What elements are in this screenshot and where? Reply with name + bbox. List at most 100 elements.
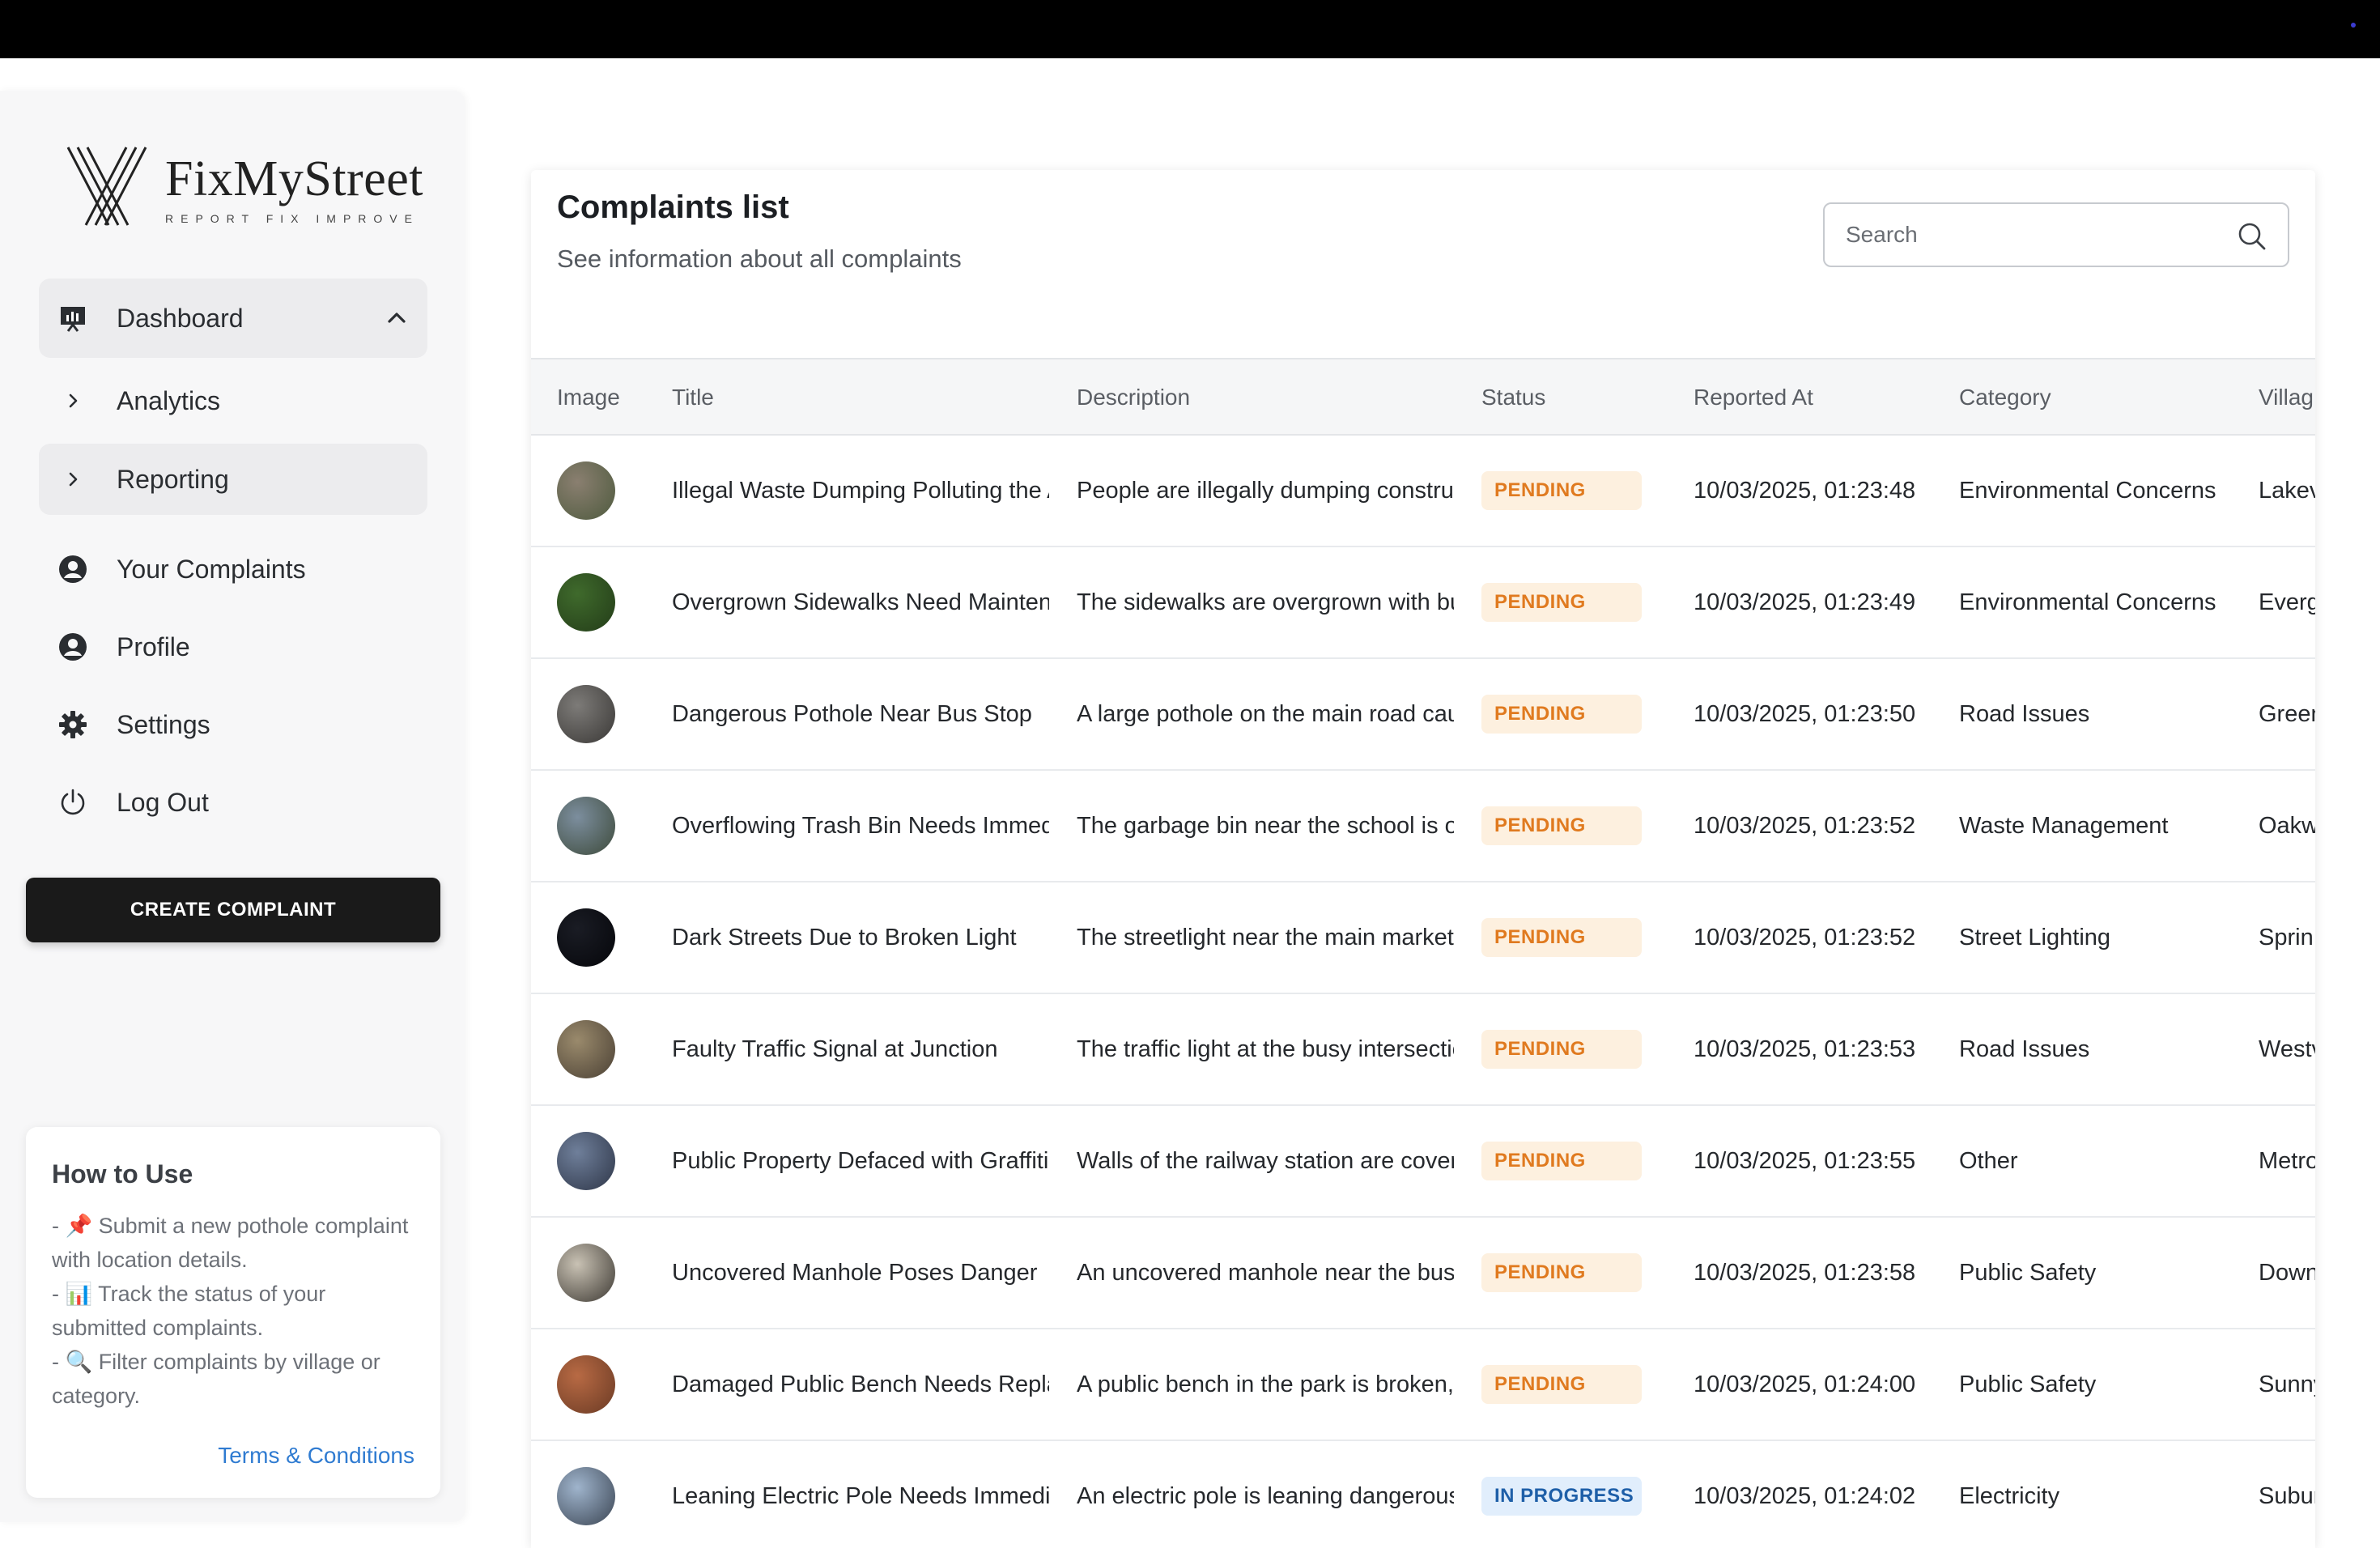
status-badge: PENDING [1481, 918, 1642, 957]
power-icon [57, 786, 89, 819]
complaint-reported-at: 10/03/2025, 01:23:52 [1694, 813, 1916, 839]
search-box[interactable] [1823, 202, 2289, 267]
complaint-thumbnail[interactable] [557, 461, 615, 520]
complaint-thumbnail[interactable] [557, 1467, 615, 1525]
complaint-thumbnail[interactable] [557, 1020, 615, 1078]
complaint-reported-at: 10/03/2025, 01:23:52 [1694, 925, 1916, 950]
search-icon[interactable] [2236, 220, 2268, 253]
brand-tagline: REPORT FIX IMPROVE [165, 212, 419, 225]
sidebar-item-profile[interactable]: Profile [39, 607, 427, 687]
complaint-village: Oakw [2259, 813, 2315, 839]
sidebar-item-log-out[interactable]: Log Out [39, 763, 427, 842]
complaint-thumbnail[interactable] [557, 1244, 615, 1302]
complaint-title: Faulty Traffic Signal at Junction [672, 1036, 998, 1062]
complaint-description: Walls of the railway station are covere [1077, 1148, 1454, 1174]
table-row[interactable]: Faulty Traffic Signal at Junction The tra… [531, 994, 2315, 1106]
user-circle-icon [57, 631, 89, 663]
complaint-thumbnail[interactable] [557, 1355, 615, 1414]
indicator-dot [2351, 23, 2356, 28]
complaint-description: A large pothole on the main road caus [1077, 701, 1454, 727]
table-row[interactable]: Leaning Electric Pole Needs Immedia An el… [531, 1441, 2315, 1548]
complaint-category: Road Issues [1959, 1036, 2090, 1062]
complaint-thumbnail[interactable] [557, 685, 615, 743]
sidebar-item-label: Profile [117, 632, 190, 661]
create-complaint-button[interactable]: CREATE COMPLAINT [26, 878, 440, 942]
column-header-reported-at[interactable]: Reported At [1694, 359, 1813, 436]
sidebar-item-label: Analytics [117, 385, 221, 415]
table-row[interactable]: Damaged Public Bench Needs Replac A publi… [531, 1329, 2315, 1441]
table-row[interactable]: Uncovered Manhole Poses Danger An uncover… [531, 1218, 2315, 1329]
complaint-title: Uncovered Manhole Poses Danger [672, 1260, 1038, 1286]
table-row[interactable]: Dangerous Pothole Near Bus Stop A large p… [531, 659, 2315, 771]
complaint-reported-at: 10/03/2025, 01:23:53 [1694, 1036, 1916, 1062]
complaint-description: An electric pole is leaning dangerously [1077, 1483, 1454, 1509]
sidebar-item-settings[interactable]: Settings [39, 685, 427, 764]
complaint-category: Road Issues [1959, 701, 2090, 727]
complaint-village: Everg [2259, 589, 2315, 615]
complaint-title: Overflowing Trash Bin Needs Immedia [672, 813, 1049, 839]
status-badge: PENDING [1481, 471, 1642, 510]
table-row[interactable]: Overgrown Sidewalks Need Maintena The sid… [531, 547, 2315, 659]
sidebar-item-label: Settings [117, 709, 210, 739]
chevron-up-icon[interactable] [384, 305, 410, 331]
logo-mark-icon [66, 147, 147, 226]
status-badge: PENDING [1481, 1030, 1642, 1069]
how-to-use-card: How to Use - 📌 Submit a new pothole comp… [26, 1127, 440, 1498]
complaint-category: Public Safety [1959, 1260, 2097, 1286]
complaints-panel: Complaints list See information about al… [531, 170, 2315, 1548]
status-badge: PENDING [1481, 806, 1642, 845]
sidebar-item-reporting[interactable]: Reporting [39, 444, 427, 515]
table-row[interactable]: Dark Streets Due to Broken Light The stre… [531, 882, 2315, 994]
complaint-thumbnail[interactable] [557, 573, 615, 632]
complaint-village: Sunny [2259, 1372, 2315, 1397]
table-row[interactable]: Public Property Defaced with Graffiti Wal… [531, 1106, 2315, 1218]
complaint-thumbnail[interactable] [557, 908, 615, 967]
complaint-reported-at: 10/03/2025, 01:24:02 [1694, 1483, 1916, 1509]
complaint-category: Street Lighting [1959, 925, 2111, 950]
column-header-village[interactable]: Villag [2259, 359, 2315, 436]
complaint-description: People are illegally dumping construct [1077, 478, 1454, 504]
table-row[interactable]: Illegal Waste Dumping Polluting the A Peo… [531, 436, 2315, 547]
table-row[interactable]: Overflowing Trash Bin Needs Immedia The g… [531, 771, 2315, 882]
complaint-reported-at: 10/03/2025, 01:23:48 [1694, 478, 1916, 504]
column-header-status[interactable]: Status [1481, 359, 1545, 436]
sidebar-item-label: Your Complaints [117, 554, 306, 584]
user-circle-icon [57, 553, 89, 585]
complaint-description: The streetlight near the main market h [1077, 925, 1454, 950]
complaint-category: Environmental Concerns [1959, 478, 2216, 504]
complaint-description: A public bench in the park is broken, r [1077, 1372, 1454, 1397]
complaint-description: The sidewalks are overgrown with bus [1077, 589, 1454, 615]
complaint-category: Public Safety [1959, 1372, 2097, 1397]
status-badge: PENDING [1481, 1365, 1642, 1404]
status-badge: PENDING [1481, 695, 1642, 734]
complaint-village: Sprin [2259, 925, 2314, 950]
page-subtitle: See information about all complaints [557, 245, 962, 273]
search-input[interactable] [1846, 217, 2226, 253]
sidebar-item-your-complaints[interactable]: Your Complaints [39, 529, 427, 609]
complaints-table-body: Illegal Waste Dumping Polluting the A Peo… [531, 436, 2315, 1548]
complaint-title: Dangerous Pothole Near Bus Stop [672, 701, 1032, 727]
status-badge: PENDING [1481, 1142, 1642, 1180]
complaint-village: Subur [2259, 1483, 2315, 1509]
sidebar-item-dashboard[interactable]: Dashboard [39, 279, 427, 358]
brand-logo[interactable]: FixMyStreet REPORT FIX IMPROVE [65, 144, 423, 233]
column-header-image[interactable]: Image [557, 359, 620, 436]
sidebar-item-analytics[interactable]: Analytics [39, 361, 427, 440]
column-header-category[interactable]: Category [1959, 359, 2051, 436]
complaint-reported-at: 10/03/2025, 01:24:00 [1694, 1372, 1916, 1397]
sidebar-item-label: Reporting [117, 464, 229, 494]
column-header-title[interactable]: Title [672, 359, 714, 436]
complaint-village: Lakev [2259, 478, 2315, 504]
complaint-thumbnail[interactable] [557, 1132, 615, 1190]
complaint-description: The garbage bin near the school is ov [1077, 813, 1454, 839]
sidebar-item-label: Dashboard [117, 303, 244, 333]
complaint-category: Environmental Concerns [1959, 589, 2216, 615]
terms-link[interactable]: Terms & Conditions [218, 1443, 414, 1469]
chevron-right-icon [57, 463, 89, 495]
complaint-reported-at: 10/03/2025, 01:23:55 [1694, 1148, 1916, 1174]
complaint-village: Westv [2259, 1036, 2315, 1062]
complaint-category: Electricity [1959, 1483, 2060, 1509]
column-header-description[interactable]: Description [1077, 359, 1190, 436]
complaint-thumbnail[interactable] [557, 797, 615, 855]
sidebar-item-label: Log Out [117, 787, 209, 817]
